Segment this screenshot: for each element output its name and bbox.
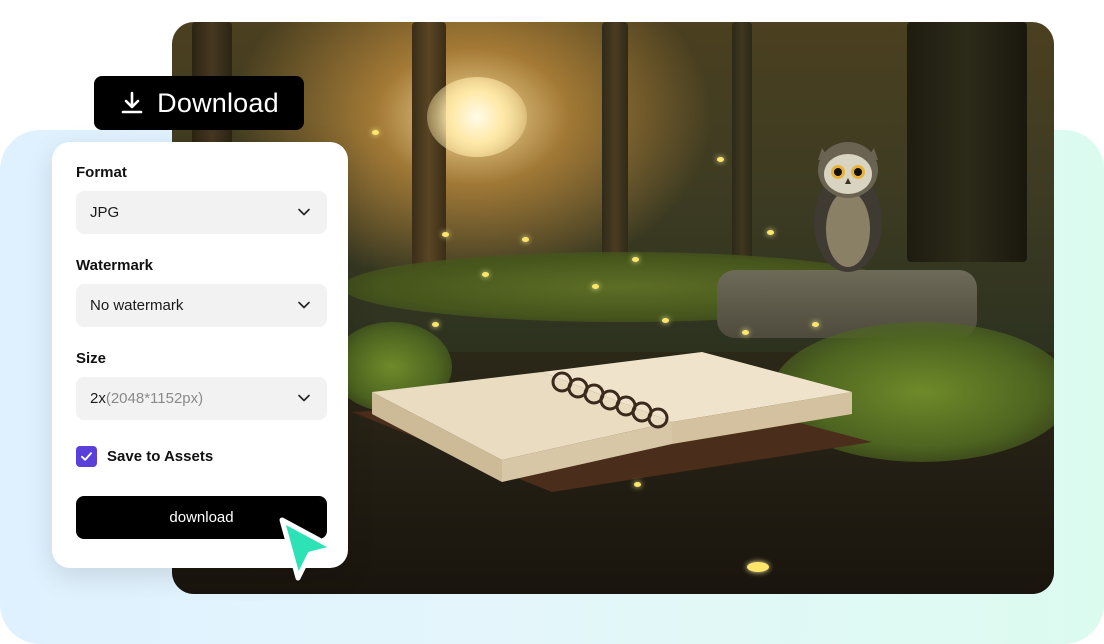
download-settings-panel: Format JPG Watermark No watermark Size 2…: [52, 142, 348, 568]
sunlight: [427, 77, 527, 157]
checkmark-icon: [81, 452, 92, 461]
format-select[interactable]: JPG: [76, 191, 327, 234]
save-to-assets-label: Save to Assets: [107, 448, 214, 465]
chevron-down-icon: [298, 208, 310, 216]
size-detail: (2048*1152px): [105, 390, 204, 407]
size-label: Size: [76, 350, 107, 367]
format-value: JPG: [90, 204, 120, 221]
download-icon: [121, 91, 143, 114]
chevron-down-icon: [298, 301, 310, 309]
download-title-badge: Download: [94, 76, 304, 130]
download-title: Download: [157, 87, 279, 118]
save-to-assets-row[interactable]: Save to Assets: [76, 446, 213, 467]
watermark-label: Watermark: [76, 257, 153, 274]
owl-illustration: [814, 142, 882, 272]
cursor-pointer-icon: [279, 517, 337, 581]
format-label: Format: [76, 164, 127, 181]
watermark-value: No watermark: [90, 297, 184, 314]
watermark-select[interactable]: No watermark: [76, 284, 327, 327]
size-value: 2x: [90, 390, 106, 407]
chevron-down-icon: [298, 394, 310, 402]
size-select[interactable]: 2x (2048*1152px): [76, 377, 327, 420]
open-book-illustration: [352, 352, 872, 492]
save-to-assets-checkbox[interactable]: [76, 446, 97, 467]
